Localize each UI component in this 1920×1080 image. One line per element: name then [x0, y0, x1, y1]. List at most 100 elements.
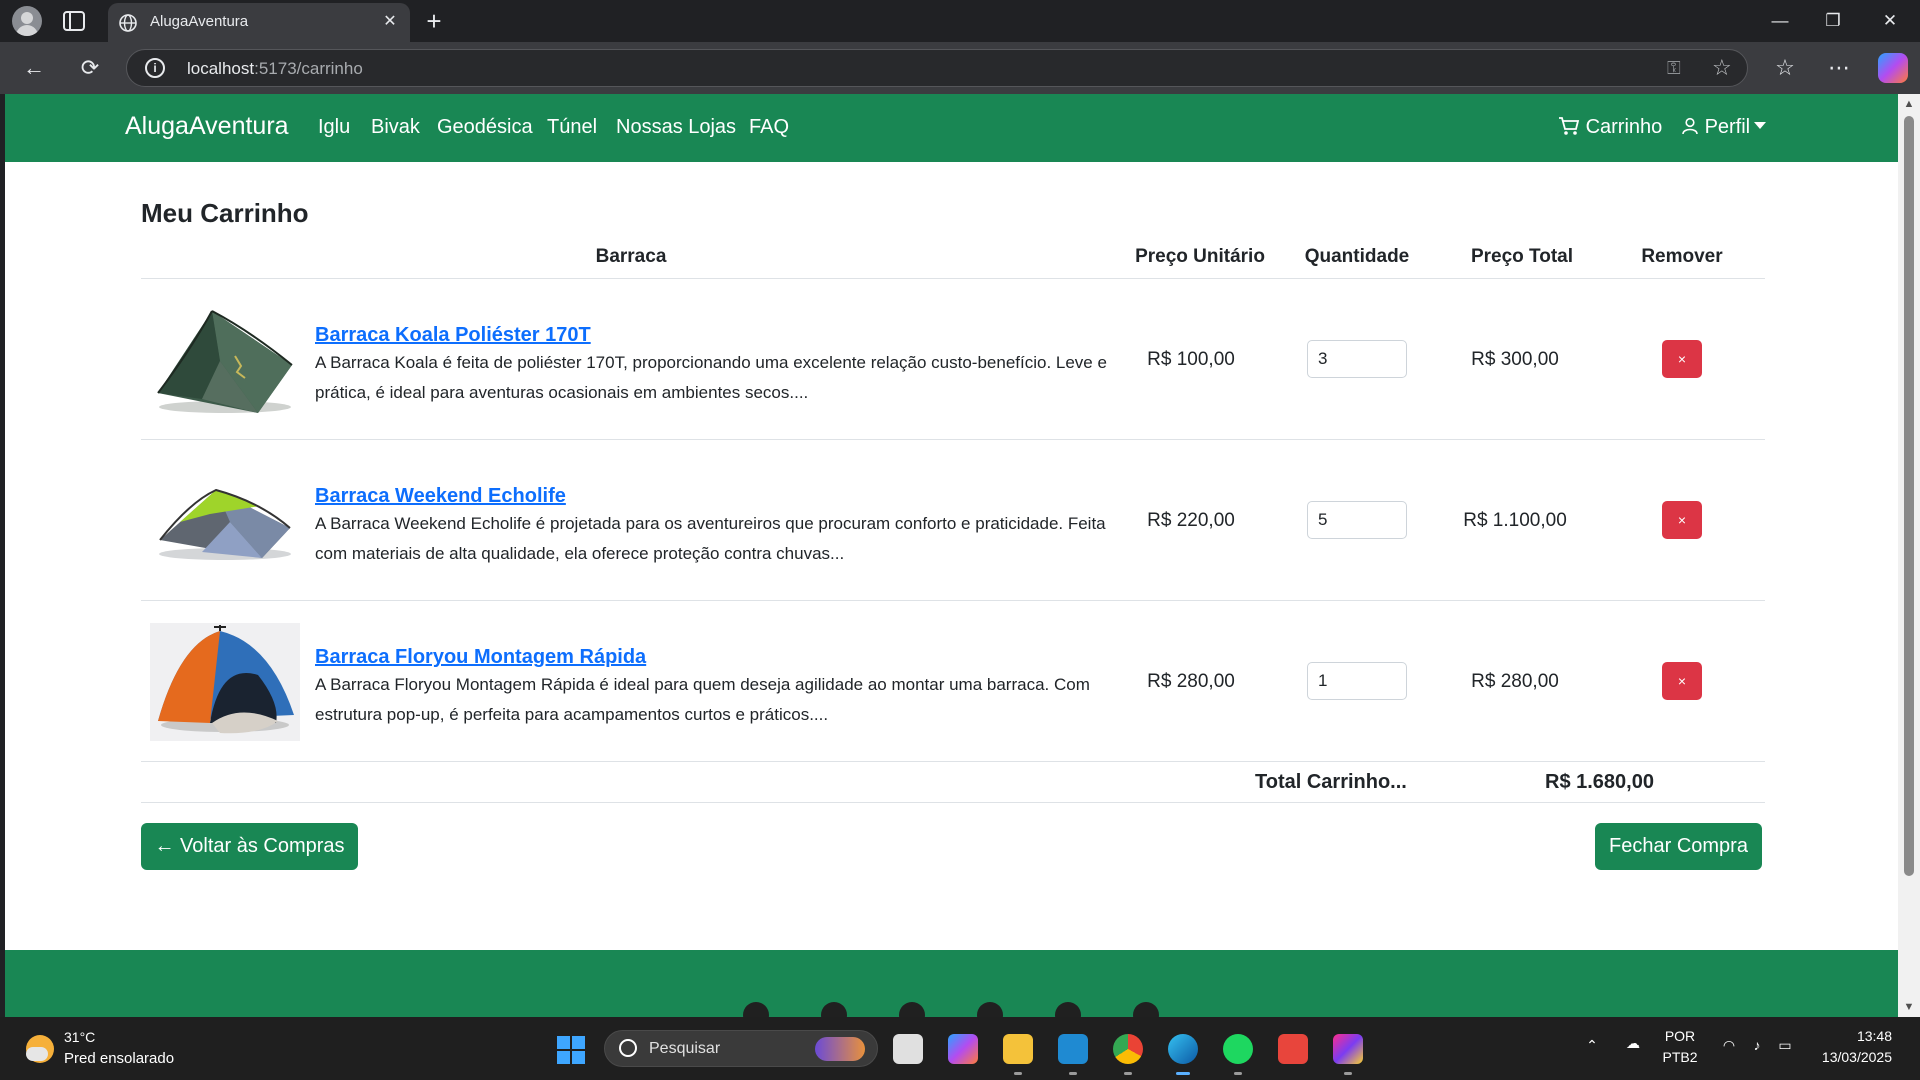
- wifi-icon[interactable]: ◠: [1718, 1037, 1740, 1054]
- chevron-down-icon: [1754, 122, 1767, 129]
- page-title: Meu Carrinho: [141, 198, 309, 228]
- header-quantity: Quantidade: [1304, 246, 1410, 267]
- product-description: A Barraca Floryou Montagem Rápida é idea…: [315, 675, 1090, 724]
- window-close-icon[interactable]: ✕: [1870, 8, 1910, 34]
- instagram-icon[interactable]: [977, 1002, 1003, 1017]
- product-image-koala[interactable]: [150, 301, 300, 419]
- row-total-price: R$ 280,00: [1471, 671, 1559, 692]
- divider: [141, 439, 1765, 440]
- intellij-icon[interactable]: [1333, 1034, 1363, 1064]
- google-icon[interactable]: [899, 1002, 925, 1017]
- favorites-icon[interactable]: ☆: [1771, 54, 1799, 82]
- product-link-floryou[interactable]: Barraca Floryou Montagem Rápida: [315, 646, 646, 669]
- search-highlight-icon: [815, 1037, 865, 1061]
- tab-title: AlugaAventura: [150, 13, 249, 30]
- tab-actions-icon[interactable]: [62, 10, 86, 32]
- language-code[interactable]: POR: [1660, 1028, 1700, 1044]
- clock-date[interactable]: 13/03/2025: [1802, 1049, 1892, 1065]
- quantity-input[interactable]: 5: [1307, 501, 1407, 539]
- header-unit-price: Preço Unitário: [1135, 246, 1265, 267]
- remove-button[interactable]: ×: [1662, 501, 1702, 539]
- vscode-icon[interactable]: [1058, 1034, 1088, 1064]
- keyboard-layout[interactable]: PTB2: [1660, 1049, 1700, 1065]
- remove-button[interactable]: ×: [1662, 662, 1702, 700]
- divider: [141, 761, 1765, 762]
- restore-icon[interactable]: ❐: [1813, 8, 1853, 34]
- file-explorer-icon[interactable]: [1003, 1034, 1033, 1064]
- profile-avatar-icon[interactable]: [12, 6, 42, 36]
- task-view-icon[interactable]: [893, 1034, 923, 1064]
- product-image-floryou[interactable]: [150, 623, 300, 741]
- weather-description[interactable]: Pred ensolarado: [64, 1050, 174, 1067]
- brand-logo[interactable]: AlugaAventura: [125, 112, 289, 141]
- product-description: A Barraca Koala é feita de poliéster 170…: [315, 353, 1107, 402]
- cart-icon: [1559, 117, 1580, 135]
- chrome-icon[interactable]: [1113, 1034, 1143, 1064]
- more-menu-icon[interactable]: ⋯: [1825, 54, 1853, 82]
- copilot-app-icon[interactable]: [948, 1034, 978, 1064]
- nav-cart-link[interactable]: Carrinho: [1558, 116, 1662, 139]
- password-key-icon[interactable]: ⚿: [1667, 58, 1681, 79]
- minimize-icon[interactable]: —: [1760, 8, 1800, 34]
- header-product: Barraca: [595, 246, 667, 267]
- battery-icon[interactable]: ▭: [1774, 1037, 1796, 1054]
- page-scrollbar[interactable]: ▲ ▼: [1898, 94, 1920, 1017]
- github-icon[interactable]: [1133, 1002, 1159, 1017]
- scroll-up-icon[interactable]: ▲: [1903, 98, 1915, 110]
- scroll-thumb[interactable]: [1904, 116, 1914, 876]
- address-bar[interactable]: i localhost:5173/carrinho ⚿ ☆: [126, 49, 1748, 87]
- page-viewport: AlugaAventura Iglu Bivak Geodésica Túnel…: [5, 94, 1898, 1017]
- wps-office-icon[interactable]: [1278, 1034, 1308, 1064]
- nav-link-geodesica[interactable]: Geodésica: [437, 116, 533, 139]
- unit-price: R$ 280,00: [1147, 671, 1235, 692]
- cart-total-value: R$ 1.680,00: [1545, 771, 1654, 793]
- volume-icon[interactable]: ♪: [1746, 1037, 1768, 1053]
- browser-toolbar: ← ⟳ i localhost:5173/carrinho ⚿ ☆ ☆ ⋯: [0, 42, 1920, 94]
- linkedin-icon[interactable]: [1055, 1002, 1081, 1017]
- weather-cloud-icon: [26, 1047, 48, 1061]
- scroll-down-icon[interactable]: ▼: [1903, 1001, 1915, 1013]
- search-icon: [619, 1039, 637, 1057]
- quantity-input[interactable]: 3: [1307, 340, 1407, 378]
- user-icon: [1682, 117, 1698, 135]
- back-to-shopping-button[interactable]: ← Voltar às Compras: [141, 823, 358, 870]
- edge-icon[interactable]: [1168, 1034, 1198, 1064]
- windows-taskbar: 31°C Pred ensolarado Pesquisar ⌃ ☁ POR P…: [0, 1017, 1920, 1080]
- checkout-button[interactable]: Fechar Compra: [1595, 823, 1762, 870]
- back-arrow-icon[interactable]: ←: [20, 54, 48, 82]
- remove-button[interactable]: ×: [1662, 340, 1702, 378]
- twitter-icon[interactable]: [821, 1002, 847, 1017]
- unit-price: R$ 220,00: [1147, 510, 1235, 531]
- search-placeholder: Pesquisar: [649, 1040, 721, 1057]
- product-link-weekend-echolife[interactable]: Barraca Weekend Echolife: [315, 485, 566, 508]
- product-image-weekend-echolife[interactable]: [150, 462, 300, 580]
- divider: [141, 278, 1765, 279]
- clock-time[interactable]: 13:48: [1812, 1028, 1892, 1044]
- quantity-input[interactable]: 1: [1307, 662, 1407, 700]
- nav-link-tunel[interactable]: Túnel: [547, 116, 597, 139]
- browser-tab-active[interactable]: AlugaAventura ✕: [108, 3, 410, 42]
- copilot-icon[interactable]: [1878, 53, 1908, 83]
- refresh-icon[interactable]: ⟳: [76, 54, 104, 82]
- tab-close-icon[interactable]: ✕: [380, 12, 400, 32]
- onedrive-cloud-icon[interactable]: ☁: [1620, 1035, 1646, 1052]
- facebook-icon[interactable]: [743, 1002, 769, 1017]
- spotify-icon[interactable]: [1223, 1034, 1253, 1064]
- taskbar-search[interactable]: Pesquisar: [604, 1030, 878, 1067]
- nav-link-bivak[interactable]: Bivak: [371, 116, 420, 139]
- product-link-koala[interactable]: Barraca Koala Poliéster 170T: [315, 324, 591, 347]
- nav-link-nossas-lojas[interactable]: Nossas Lojas: [616, 116, 736, 139]
- weather-temperature[interactable]: 31°C: [64, 1029, 95, 1045]
- site-info-icon[interactable]: i: [145, 58, 165, 78]
- nav-profile-dropdown[interactable]: Perfil: [1681, 116, 1767, 139]
- site-footer: [5, 950, 1898, 1017]
- cart-total-label: Total Carrinho...: [1255, 771, 1407, 793]
- nav-link-faq[interactable]: FAQ: [749, 116, 789, 139]
- new-tab-icon[interactable]: +: [420, 8, 448, 36]
- unit-price: R$ 100,00: [1147, 349, 1235, 370]
- chevron-up-icon[interactable]: ⌃: [1582, 1037, 1602, 1054]
- nav-link-iglu[interactable]: Iglu: [318, 116, 350, 139]
- windows-start-icon[interactable]: [557, 1036, 585, 1064]
- favorite-star-icon[interactable]: ☆: [1712, 55, 1732, 81]
- divider: [141, 600, 1765, 601]
